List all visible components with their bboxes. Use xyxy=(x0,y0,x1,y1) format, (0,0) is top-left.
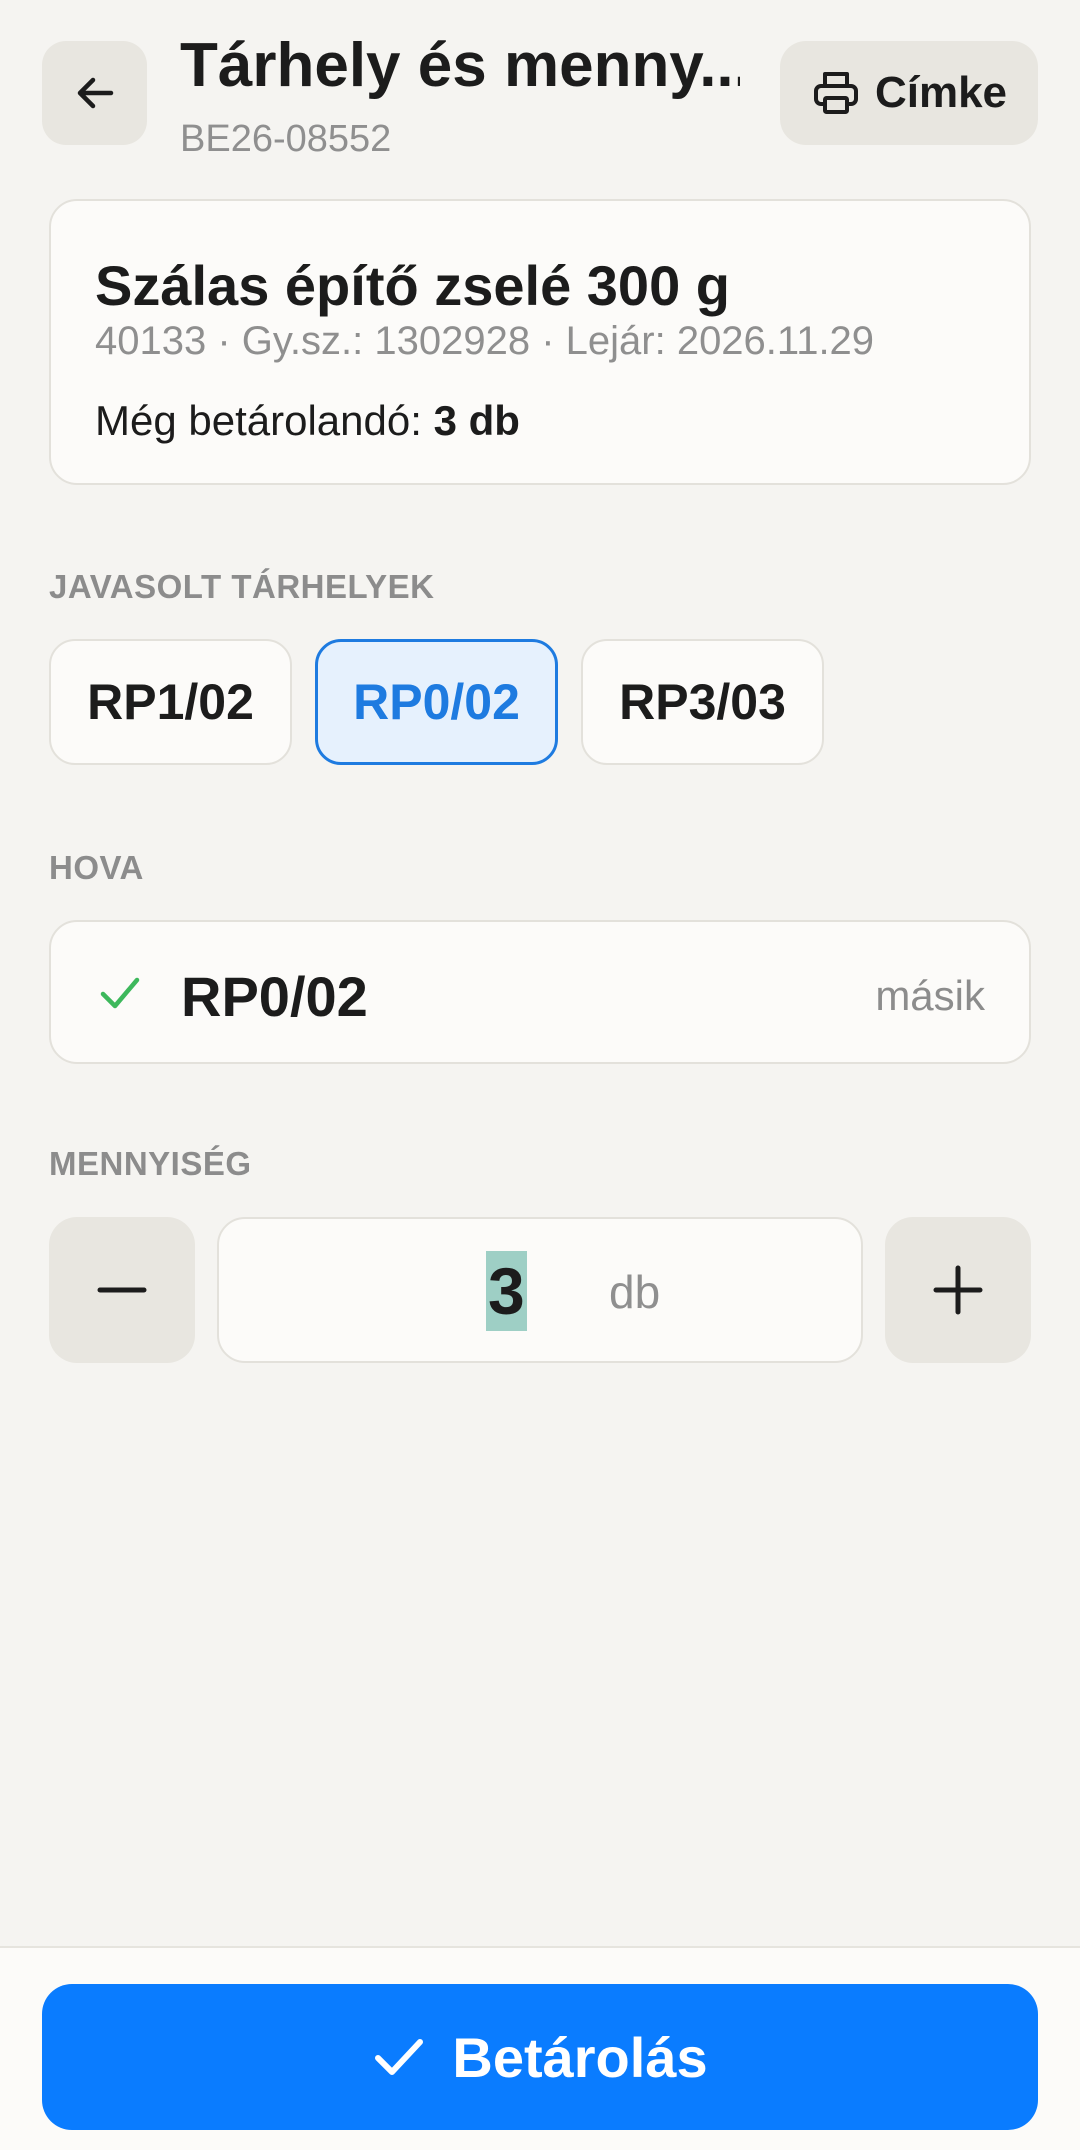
printer-icon xyxy=(813,72,858,114)
increase-button[interactable] xyxy=(885,1217,1031,1363)
page-title: Tárhely és menny... xyxy=(180,31,740,100)
check-icon xyxy=(100,977,140,1009)
back-button[interactable] xyxy=(42,41,147,145)
destination-label: HOVA xyxy=(49,849,144,886)
store-button-label: Betárolás xyxy=(452,2025,708,2089)
quantity-value: 3 xyxy=(486,1251,527,1331)
bottom-action-bar: Betárolás xyxy=(0,1946,1080,2150)
suggested-locations-label: JAVASOLT TÁRHELYEK xyxy=(49,568,435,605)
product-meta: 40133 · Gy.sz.: 1302928 · Lejár: 2026.11… xyxy=(95,319,875,363)
decrease-button[interactable] xyxy=(49,1217,195,1363)
product-card: Szálas építő zselé 300 g 40133 · Gy.sz.:… xyxy=(49,199,1031,485)
product-name: Szálas építő zselé 300 g xyxy=(95,254,730,317)
remaining-label: Még betárolandó: xyxy=(95,397,434,444)
quantity-unit: db xyxy=(609,1266,661,1318)
quantity-input[interactable]: 3 db xyxy=(217,1217,863,1363)
store-button[interactable]: Betárolás xyxy=(42,1984,1038,2130)
arrow-left-icon xyxy=(77,77,113,109)
quantity-label: MENNYISÉG xyxy=(49,1145,252,1182)
document-number: BE26-08552 xyxy=(180,118,392,160)
choose-other-link[interactable]: másik xyxy=(875,972,985,1020)
remaining-value: 3 db xyxy=(433,397,520,444)
location-chip-rp3-03[interactable]: RP3/03 xyxy=(581,639,824,765)
check-icon xyxy=(375,2039,424,2075)
plus-icon xyxy=(933,1265,983,1315)
print-label-text: Címke xyxy=(874,68,1008,117)
destination-field[interactable]: RP0/02 másik xyxy=(49,920,1031,1064)
location-chip-rp0-02[interactable]: RP0/02 xyxy=(315,639,558,765)
location-chip-rp1-02[interactable]: RP1/02 xyxy=(49,639,292,765)
remaining-quantity: Még betárolandó: 3 db xyxy=(95,397,520,445)
destination-value: RP0/02 xyxy=(181,965,368,1028)
print-label-button[interactable]: Címke xyxy=(780,41,1038,145)
minus-icon xyxy=(97,1287,147,1293)
